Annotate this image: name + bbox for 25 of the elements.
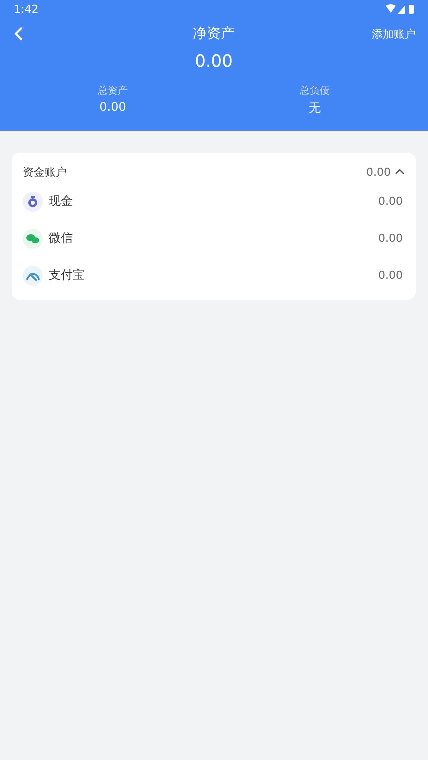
account-row[interactable]: 支付宝 0.00 bbox=[23, 257, 405, 294]
add-account-link[interactable]: 添加账户 bbox=[372, 26, 416, 42]
account-amount: 0.00 bbox=[378, 195, 403, 208]
chat-bubbles-icon bbox=[23, 228, 43, 248]
account-name: 支付宝 bbox=[49, 267, 85, 284]
chevron-icon[interactable] bbox=[395, 168, 405, 176]
account-name: 微信 bbox=[49, 230, 73, 247]
stat-label: 总资产 bbox=[98, 84, 128, 98]
account-row[interactable]: 微信 0.00 bbox=[23, 220, 405, 257]
account-row[interactable]: 现金 0.00 bbox=[23, 183, 405, 220]
stat-value: 无 bbox=[309, 100, 321, 117]
stat-label: 总负债 bbox=[300, 84, 330, 98]
account-name: 现金 bbox=[49, 193, 73, 210]
account-amount: 0.00 bbox=[378, 232, 403, 245]
back-icon[interactable] bbox=[14, 26, 24, 42]
account-amount: 0.00 bbox=[378, 269, 403, 282]
page-title: 净资产 bbox=[193, 25, 235, 43]
swirl-icon bbox=[23, 266, 43, 286]
stat-value: 0.00 bbox=[100, 100, 126, 114]
money-bag-icon bbox=[23, 192, 43, 212]
group-title: 资金账户 bbox=[23, 164, 67, 180]
net-assets-value: 0.00 bbox=[194, 52, 234, 72]
status-time: 1:42 bbox=[14, 2, 39, 16]
group-total: 0.00 bbox=[366, 166, 391, 178]
status-icons bbox=[386, 4, 416, 14]
